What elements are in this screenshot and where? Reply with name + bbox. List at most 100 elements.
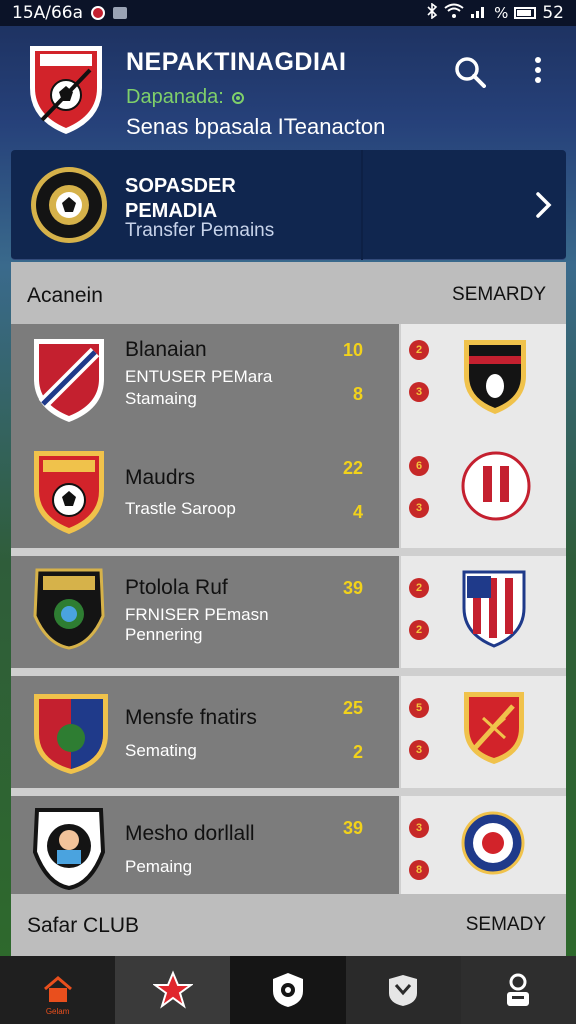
opponent-panel: 2 2 (401, 556, 566, 668)
rank-badge: 2 (409, 620, 429, 640)
opponent-crest-icon (461, 448, 531, 524)
nav-profile[interactable] (460, 956, 576, 1024)
list-header-left[interactable]: Acanein (27, 284, 103, 308)
list-item[interactable]: Mesho dorllall Pemaing 39 3 8 (11, 796, 566, 908)
opponent-crest-icon (461, 688, 527, 766)
club-crest-icon (31, 334, 107, 424)
refresh-icon[interactable] (230, 90, 246, 106)
signal-icon (470, 3, 488, 23)
status-right-text: 52 (542, 3, 564, 23)
nav-favorites[interactable] (115, 956, 231, 1024)
opponent-crest-icon (461, 336, 529, 416)
score-bottom: 8 (352, 384, 363, 404)
featured-transfer-card[interactable]: SOPASDER PEMADIA Transfer Pemains (11, 150, 566, 260)
bottom-nav: Gelam (0, 956, 576, 1024)
club-crest-icon (31, 446, 107, 536)
opponent-panel: 5 3 (401, 676, 566, 788)
battery-icon (514, 7, 537, 19)
list-footer-left[interactable]: Safar CLUB (27, 914, 139, 938)
profile-icon (507, 973, 530, 1006)
rank-badge: 2 (409, 340, 429, 360)
search-icon[interactable] (454, 56, 486, 93)
featured-subtitle: Transfer Pemains (125, 220, 275, 241)
nav-matches[interactable] (230, 956, 346, 1024)
status-time: 15A/66a (12, 3, 84, 23)
score-top: 39 (342, 578, 363, 598)
club-name: Maudrs (125, 466, 196, 489)
club-status: Stamaing (125, 389, 197, 408)
opponent-crest-icon (461, 808, 525, 878)
score-bottom: 4 (352, 502, 363, 522)
app-header: NEPAKTINAGDIAI Dapanada: Senas bpasala I… (0, 26, 576, 150)
list-header: Acanein SEMARDY (11, 262, 566, 324)
rank-badge: 6 (409, 456, 429, 476)
rank-badge: 3 (409, 498, 429, 518)
opponent-panel: 6 3 (401, 436, 566, 548)
list-item-info: Ptolola Ruf FRNISER PEmasn Pennering 39 (11, 556, 399, 668)
club-name: Mesho dorllall (125, 822, 255, 845)
opponent-crest-icon (461, 568, 527, 648)
data-icon: % (494, 4, 509, 22)
list-footer-right[interactable]: SEMADY (466, 914, 546, 936)
notification-icon (91, 6, 106, 20)
club-list-panel: Acanein SEMARDY Blanaian ENTUSER PEMara … (11, 262, 566, 956)
club-detail: ENTUSER PEMara (125, 367, 273, 386)
app-subtitle-text: Dapanada: (126, 86, 224, 108)
bluetooth-icon (426, 1, 438, 24)
rank-badge: 8 (409, 860, 429, 880)
list-footer: Safar CLUB SEMADY (11, 894, 566, 956)
featured-divider (361, 150, 363, 260)
score-top: 25 (342, 698, 363, 718)
club-crest-icon (26, 40, 106, 136)
more-menu-icon[interactable] (528, 54, 548, 91)
nav-home-label: Gelam (45, 1007, 70, 1016)
club-name: Ptolola Ruf (125, 576, 228, 599)
score-top: 39 (342, 818, 363, 838)
opponent-panel: 2 3 (401, 324, 566, 436)
score-top: 22 (342, 458, 363, 478)
featured-club-crest-icon (29, 164, 109, 246)
score-bottom: 2 (352, 742, 363, 762)
list-item[interactable]: Ptolola Ruf FRNISER PEmasn Pennering 39 … (11, 556, 566, 668)
app-title: NEPAKTINAGDIAI (126, 48, 347, 76)
club-name: Blanaian (125, 338, 207, 361)
list-item-info: Mesho dorllall Pemaing 39 (11, 796, 399, 908)
list-item-info: Maudrs Trastle Saroop 22 4 (11, 436, 399, 548)
app-tagline: Senas bpasala ITeanacton (126, 114, 386, 139)
club-crest-icon (31, 566, 107, 650)
club-status: Pemaing (125, 857, 193, 876)
opponent-panel: 3 8 (401, 796, 566, 908)
ball-shield-icon (273, 973, 303, 1007)
club-status: Pennering (125, 625, 203, 644)
nav-transfers[interactable] (345, 956, 461, 1024)
app-subtitle: Dapanada: (126, 86, 246, 109)
chevron-right-icon[interactable] (533, 190, 555, 225)
list-item[interactable]: Mensfe fnatirs Semating 25 2 5 3 (11, 676, 566, 788)
club-crest-icon (31, 686, 111, 776)
image-icon (113, 7, 128, 19)
score-top: 10 (342, 340, 363, 360)
club-detail: FRNISER PEmasn (125, 605, 269, 624)
club-status: Trastle Saroop (125, 499, 236, 518)
star-icon (152, 970, 193, 1009)
wifi-icon (444, 3, 464, 24)
rank-badge: 2 (409, 578, 429, 598)
featured-title: SOPASDER PEMADIA (125, 174, 345, 224)
status-bar: 15A/66a % 52 (0, 0, 576, 26)
club-status: Semating (125, 741, 197, 760)
badge-icon (389, 975, 418, 1006)
rank-badge: 5 (409, 698, 429, 718)
featured-title-line1: SOPASDER (125, 175, 236, 197)
list-item-info: Mensfe fnatirs Semating 25 2 (11, 676, 399, 788)
list-item-info: Blanaian ENTUSER PEMara Stamaing 10 8 (11, 324, 399, 436)
list-header-right[interactable]: SEMARDY (452, 284, 546, 306)
rank-badge: 3 (409, 382, 429, 402)
list-item[interactable]: Blanaian ENTUSER PEMara Stamaing 10 8 2 … (11, 324, 566, 436)
home-icon (43, 976, 72, 1002)
rank-badge: 3 (409, 740, 429, 760)
rank-badge: 3 (409, 818, 429, 838)
club-crest-icon (31, 806, 107, 890)
list-item[interactable]: Maudrs Trastle Saroop 22 4 6 3 (11, 436, 566, 548)
club-name: Mensfe fnatirs (125, 706, 257, 729)
nav-home[interactable]: Gelam (0, 956, 115, 1024)
